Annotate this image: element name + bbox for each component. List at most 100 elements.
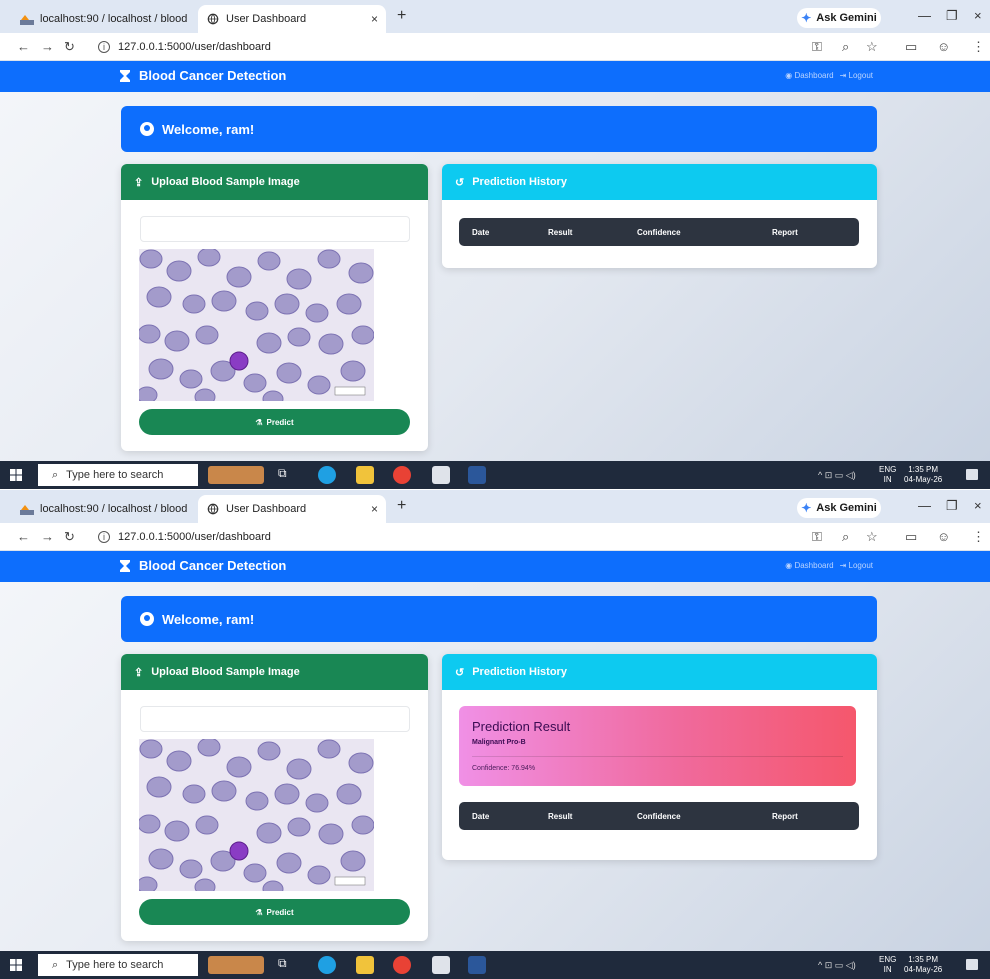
- predict-button[interactable]: ⚗ Predict: [139, 409, 410, 435]
- gemini-sparkle-icon: ✦: [801, 11, 812, 25]
- brand[interactable]: Blood Cancer Detection: [119, 68, 286, 83]
- windows-taskbar: ⌕ Type here to search ⧉ ^ ⊡ ▭ ◁) ENG IN …: [0, 461, 990, 489]
- nav-dashboard-label: Dashboard: [794, 71, 834, 80]
- nav-logout-link[interactable]: ⇥ Logout: [840, 561, 873, 570]
- edge-browser-icon[interactable]: [318, 466, 336, 484]
- taskbar-search-box[interactable]: ⌕ Type here to search: [38, 464, 198, 486]
- screenshot-before: localhost:90 / localhost / blood × User …: [0, 0, 990, 489]
- reading-mode-icon[interactable]: ▭: [905, 529, 917, 545]
- gemini-label: Ask Gemini: [816, 12, 877, 24]
- brand-title: Blood Cancer Detection: [139, 558, 287, 573]
- clock[interactable]: 1:35 PM 04-May-26: [904, 465, 942, 485]
- notification-icon[interactable]: [966, 959, 978, 970]
- browser-tab-phpmyadmin[interactable]: localhost:90 / localhost / blood ×: [12, 495, 192, 523]
- app-navbar: Blood Cancer Detection ◉ Dashboard ⇥ Log…: [0, 551, 990, 582]
- ask-gemini-button[interactable]: ✦ Ask Gemini: [797, 8, 881, 28]
- windows-start-icon[interactable]: [10, 959, 22, 971]
- file-explorer-icon[interactable]: [356, 956, 374, 974]
- history-clock-icon: ↺: [455, 666, 465, 679]
- brand-title: Blood Cancer Detection: [139, 68, 287, 83]
- forward-arrow-icon[interactable]: →: [41, 529, 54, 544]
- file-input[interactable]: [140, 706, 410, 732]
- close-window-button[interactable]: ×: [974, 498, 982, 513]
- file-input[interactable]: [140, 216, 410, 242]
- tab-close-icon[interactable]: ×: [371, 12, 378, 26]
- chrome-icon[interactable]: [393, 956, 411, 974]
- upload-card-title: Upload Blood Sample Image: [151, 666, 300, 678]
- news-widget-icon[interactable]: [208, 466, 264, 484]
- new-tab-button[interactable]: +: [397, 7, 406, 25]
- language-indicator[interactable]: ENG IN: [879, 465, 896, 485]
- chrome-icon[interactable]: [393, 466, 411, 484]
- predict-label: Predict: [266, 417, 294, 427]
- nav-logout-link[interactable]: ⇥ Logout: [840, 71, 873, 80]
- language-indicator[interactable]: ENG IN: [879, 955, 896, 975]
- maximize-button[interactable]: ❐: [946, 8, 958, 24]
- password-key-icon[interactable]: ⚿: [812, 39, 822, 55]
- word-icon[interactable]: [468, 956, 486, 974]
- browser-tab-phpmyadmin[interactable]: localhost:90 / localhost / blood ×: [12, 5, 192, 33]
- edge-browser-icon[interactable]: [318, 956, 336, 974]
- profile-avatar-icon[interactable]: ☺: [937, 39, 950, 54]
- browser-tab-dashboard[interactable]: User Dashboard ×: [198, 5, 386, 33]
- bookmark-star-icon[interactable]: ☆: [866, 529, 878, 545]
- taskbar-search-box[interactable]: ⌕ Type here to search: [38, 954, 198, 976]
- gemini-sparkle-icon: ✦: [801, 501, 812, 515]
- terminal-icon[interactable]: [432, 466, 450, 484]
- back-arrow-icon[interactable]: ←: [17, 39, 30, 54]
- browser-tab-bar: localhost:90 / localhost / blood × User …: [0, 0, 990, 33]
- minimize-button[interactable]: —: [918, 498, 931, 513]
- back-arrow-icon[interactable]: ←: [17, 529, 30, 544]
- upload-icon: ⇪: [134, 176, 144, 189]
- brand[interactable]: Blood Cancer Detection: [119, 558, 286, 573]
- history-card: ↺ Prediction History Prediction Result M…: [442, 654, 877, 860]
- terminal-icon[interactable]: [432, 956, 450, 974]
- logout-icon: ⇥: [839, 71, 849, 80]
- ask-gemini-button[interactable]: ✦ Ask Gemini: [797, 498, 881, 518]
- clock[interactable]: 1:35 PM 04-May-26: [904, 955, 942, 975]
- predict-button[interactable]: ⚗ Predict: [139, 899, 410, 925]
- history-card: ↺ Prediction History Date Result Confide…: [442, 164, 877, 268]
- upload-icon: ⇪: [134, 666, 144, 679]
- nav-dashboard-link[interactable]: ◉ Dashboard: [785, 71, 833, 80]
- system-tray-icons[interactable]: ^ ⊡ ▭ ◁): [818, 470, 856, 481]
- windows-start-icon[interactable]: [10, 469, 22, 481]
- task-view-icon[interactable]: ⧉: [278, 956, 296, 974]
- site-info-icon[interactable]: i: [98, 531, 110, 543]
- history-card-header: ↺ Prediction History: [442, 654, 877, 690]
- language-code: ENG: [879, 465, 897, 474]
- phpmyadmin-favicon-icon: [20, 15, 34, 25]
- browser-menu-icon[interactable]: ⋮: [972, 39, 985, 55]
- close-window-button[interactable]: ×: [974, 8, 982, 23]
- taskbar-search-placeholder: Type here to search: [66, 469, 164, 481]
- maximize-button[interactable]: ❐: [946, 498, 958, 514]
- url-field[interactable]: i 127.0.0.1:5000/user/dashboard: [98, 527, 798, 547]
- browser-tab-dashboard[interactable]: User Dashboard ×: [198, 495, 386, 523]
- reading-mode-icon[interactable]: ▭: [905, 39, 917, 55]
- zoom-icon[interactable]: ⌕: [842, 529, 849, 545]
- word-icon[interactable]: [468, 466, 486, 484]
- minimize-button[interactable]: —: [918, 8, 931, 23]
- nav-dashboard-link[interactable]: ◉ Dashboard: [785, 561, 833, 570]
- task-view-icon[interactable]: ⧉: [278, 466, 296, 484]
- reload-icon[interactable]: ↻: [64, 529, 75, 545]
- windows-taskbar: ⌕ Type here to search ⧉ ^ ⊡ ▭ ◁) ENG IN …: [0, 951, 990, 979]
- password-key-icon[interactable]: ⚿: [812, 529, 822, 545]
- news-widget-icon[interactable]: [208, 956, 264, 974]
- zoom-icon[interactable]: ⌕: [842, 39, 849, 55]
- system-tray-icons[interactable]: ^ ⊡ ▭ ◁): [818, 960, 856, 971]
- notification-icon[interactable]: [966, 469, 978, 480]
- forward-arrow-icon[interactable]: →: [41, 39, 54, 54]
- welcome-text: Welcome, ram!: [162, 611, 255, 627]
- reload-icon[interactable]: ↻: [64, 39, 75, 55]
- url-field[interactable]: i 127.0.0.1:5000/user/dashboard: [98, 37, 798, 57]
- profile-avatar-icon[interactable]: ☺: [937, 529, 950, 544]
- upload-card-header: ⇪ Upload Blood Sample Image: [121, 164, 428, 200]
- file-explorer-icon[interactable]: [356, 466, 374, 484]
- page-viewport: Blood Cancer Detection ◉ Dashboard ⇥ Log…: [0, 551, 990, 951]
- bookmark-star-icon[interactable]: ☆: [866, 39, 878, 55]
- browser-menu-icon[interactable]: ⋮: [972, 529, 985, 545]
- tab-close-icon[interactable]: ×: [371, 502, 378, 516]
- new-tab-button[interactable]: +: [397, 497, 406, 515]
- site-info-icon[interactable]: i: [98, 41, 110, 53]
